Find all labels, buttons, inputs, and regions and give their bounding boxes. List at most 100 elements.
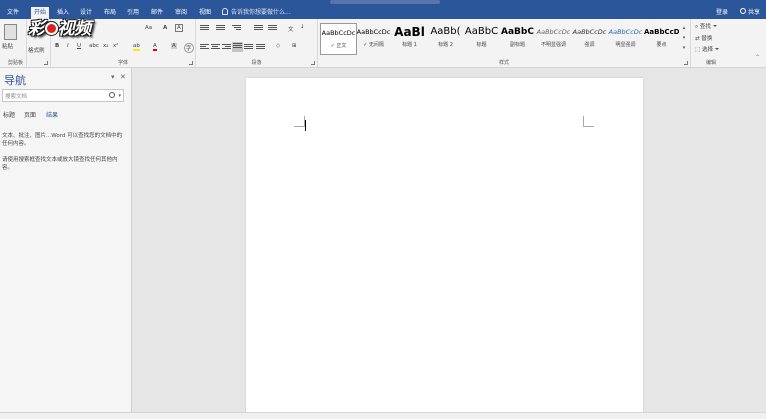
paste-button[interactable]: 粘贴 [2,42,13,50]
search-icon[interactable] [109,92,115,98]
style-item[interactable]: AaBbCcDc ✓ 无间隔 [356,23,391,53]
tab-review[interactable]: 审阅 [172,8,190,17]
select-button[interactable]: ⬚ 选择 [695,45,719,53]
styles-label: 样式 [498,60,509,66]
style-preview: AaBbCcDc [608,28,643,36]
style-preview: AaBbC [464,26,499,37]
nav-tab-results[interactable]: 结果 [46,110,58,119]
enclose-char-icon[interactable]: 字 [184,43,194,53]
bullets-icon[interactable] [200,25,209,33]
paragraph-launcher-icon[interactable] [311,61,315,65]
find-button[interactable]: ⌕ 查找 [695,22,717,31]
select-icon: ⬚ [695,47,701,53]
clipboard-group: 粘贴 剪贴板 [0,19,27,67]
nav-tab-pages[interactable]: 页面 [24,110,36,119]
tell-me-box[interactable]: 告诉我你想要做什么... [222,8,291,17]
find-label: 查找 [699,24,711,30]
bold-button[interactable]: B [55,43,59,49]
window-title [330,0,440,4]
style-preview: AaBbCcDc [572,28,607,36]
tab-file[interactable]: 文件 [4,8,22,17]
style-item[interactable]: AaBbC 标题 [464,23,499,53]
style-item[interactable]: AaBbCcD 要点 [644,23,679,53]
sort-icon[interactable]: ↓ [300,24,305,30]
shading-icon[interactable]: ◇ [276,43,280,49]
align-right-icon[interactable] [222,44,231,52]
style-name: ✓ 无间隔 [363,42,384,48]
watermark-logo: 彩视频 [28,19,91,39]
subscript-button[interactable]: x₂ [103,43,108,49]
font-color-icon[interactable]: A [153,43,157,51]
editing-group: ⌕ 查找 ⇄ 替换 ⬚ 选择 编辑 [691,19,731,67]
style-item[interactable]: AaBb(标题 2 [428,23,463,53]
close-icon[interactable]: ✕ [120,73,126,81]
paragraph-label: 段落 [251,60,262,66]
style-name: 标题 [476,42,487,48]
clipboard-launcher-icon[interactable] [44,61,48,65]
nav-tab-headings[interactable]: 标题 [3,110,15,119]
justify-icon[interactable] [232,42,243,52]
style-item[interactable]: AaBbCcDc 明显强调 [608,23,643,53]
select-label: 选择 [701,47,713,53]
style-item[interactable]: AaBbCcDc 不明显强调 [536,23,571,53]
lightbulb-icon [222,8,228,15]
paragraph-group: 文 ↓ ◇ ⊞ 段落 [196,19,318,67]
char-shading-icon[interactable]: A [171,43,177,49]
tab-mailings[interactable]: 邮件 [148,8,166,17]
font-launcher-icon[interactable] [189,61,193,65]
pane-options-icon[interactable]: ▾ [111,73,115,81]
style-name: 要点 [656,42,667,48]
style-name: 副标题 [509,42,525,48]
char-border-icon[interactable]: A [175,24,183,32]
superscript-button[interactable]: x² [113,43,118,49]
align-center-icon[interactable] [211,44,220,52]
nav-search-input[interactable]: 搜索文档 [5,92,27,100]
align-left-icon[interactable] [200,44,209,52]
styles-group: AaBbCcDc ✓ 正文 AaBbCcDc ✓ 无间隔 AaBl 标题 1 AaBb… [318,19,691,67]
line-spacing-icon[interactable] [256,44,265,52]
tab-layout[interactable]: 布局 [101,8,119,17]
nav-help-text-1: 文本、批注、图片...Word 可以查找您的文档中的任何内容。 [2,133,123,147]
style-preview: AaBb( [430,26,461,37]
logo-ring-icon [44,22,58,35]
decrease-indent-icon[interactable] [254,25,263,33]
tab-view[interactable]: 视图 [196,8,214,17]
tell-me-text: 告诉我你想要做什么... [231,9,291,16]
borders-icon[interactable]: ⊞ [292,43,297,49]
collapse-ribbon-icon[interactable]: ⌃ [755,54,760,61]
ribbon: 粘贴 剪贴板 格式刷 Aa A A B I U abc x₂ x² ab A A… [0,19,766,68]
signin-link[interactable]: 登录 [716,8,728,17]
numbering-icon[interactable] [216,25,225,33]
style-preview: AaBbCcD [644,28,679,36]
nav-title: 导航 [4,74,26,87]
style-item[interactable]: AaBl 标题 1 [392,23,427,53]
nav-search-box[interactable]: 搜索文档 ▾ [2,89,124,102]
styles-scroll[interactable]: ▴ ▾ ▾ [681,23,687,53]
style-name: 不明显强调 [540,42,566,48]
clear-format-icon[interactable]: A [163,25,167,31]
format-painter-button[interactable]: 格式刷 [28,46,45,54]
chinese-layout-icon[interactable]: 文 [288,25,294,33]
highlight-icon[interactable]: ab [133,43,140,51]
font-size-toggle[interactable]: Aa [145,25,152,31]
replace-button[interactable]: ⇄ 替换 [695,34,712,42]
underline-button[interactable]: U [77,43,81,49]
strikethrough-button[interactable]: abc [89,43,99,49]
increase-indent-icon[interactable] [268,25,277,33]
style-preview: AaBbCcDc [356,28,391,36]
style-preview: AaBbC [501,27,534,37]
distributed-icon[interactable] [244,44,253,52]
style-preview: AaBbCcDc [536,28,571,36]
replace-icon: ⇄ [695,36,700,42]
share-button[interactable]: 共享 [739,8,760,17]
style-item[interactable]: AaBbCcDc ✓ 正文 [320,23,357,55]
multilevel-list-icon[interactable] [232,25,241,33]
tab-references[interactable]: 引用 [124,8,142,17]
style-name: 明显强调 [615,42,636,48]
paste-icon[interactable] [4,24,17,40]
chevron-down-icon[interactable]: ▾ [118,93,121,99]
italic-button[interactable]: I [67,43,69,49]
style-item[interactable]: AaBbCcDc 强调 [572,23,607,53]
styles-launcher-icon[interactable] [684,61,688,65]
style-item[interactable]: AaBbC 副标题 [500,23,535,53]
